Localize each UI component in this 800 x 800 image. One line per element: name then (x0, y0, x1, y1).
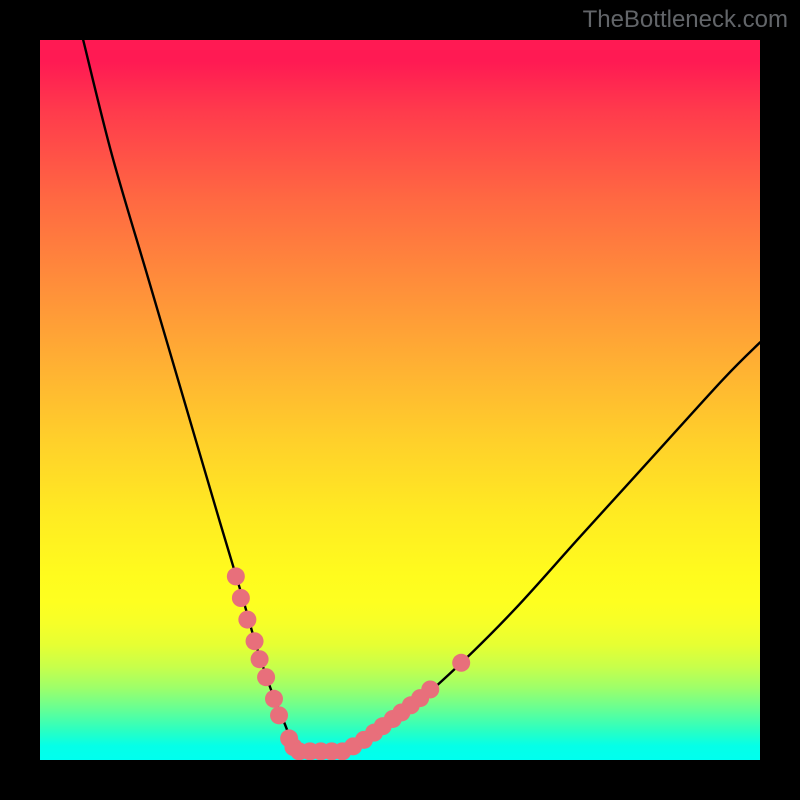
marker-dot (257, 668, 275, 686)
marker-dot (265, 690, 283, 708)
watermark-text: TheBottleneck.com (583, 6, 788, 34)
marker-dot (238, 611, 256, 629)
marker-dot (246, 632, 264, 650)
bottleneck-curve (83, 40, 760, 752)
marker-dot (227, 567, 245, 585)
marker-dot (452, 654, 470, 672)
plot-area (40, 40, 760, 760)
marker-dot (270, 706, 288, 724)
marker-dot (232, 589, 250, 607)
chart-svg (40, 40, 760, 760)
marker-dot (251, 650, 269, 668)
scatter-dots (227, 567, 470, 760)
marker-dot (421, 680, 439, 698)
